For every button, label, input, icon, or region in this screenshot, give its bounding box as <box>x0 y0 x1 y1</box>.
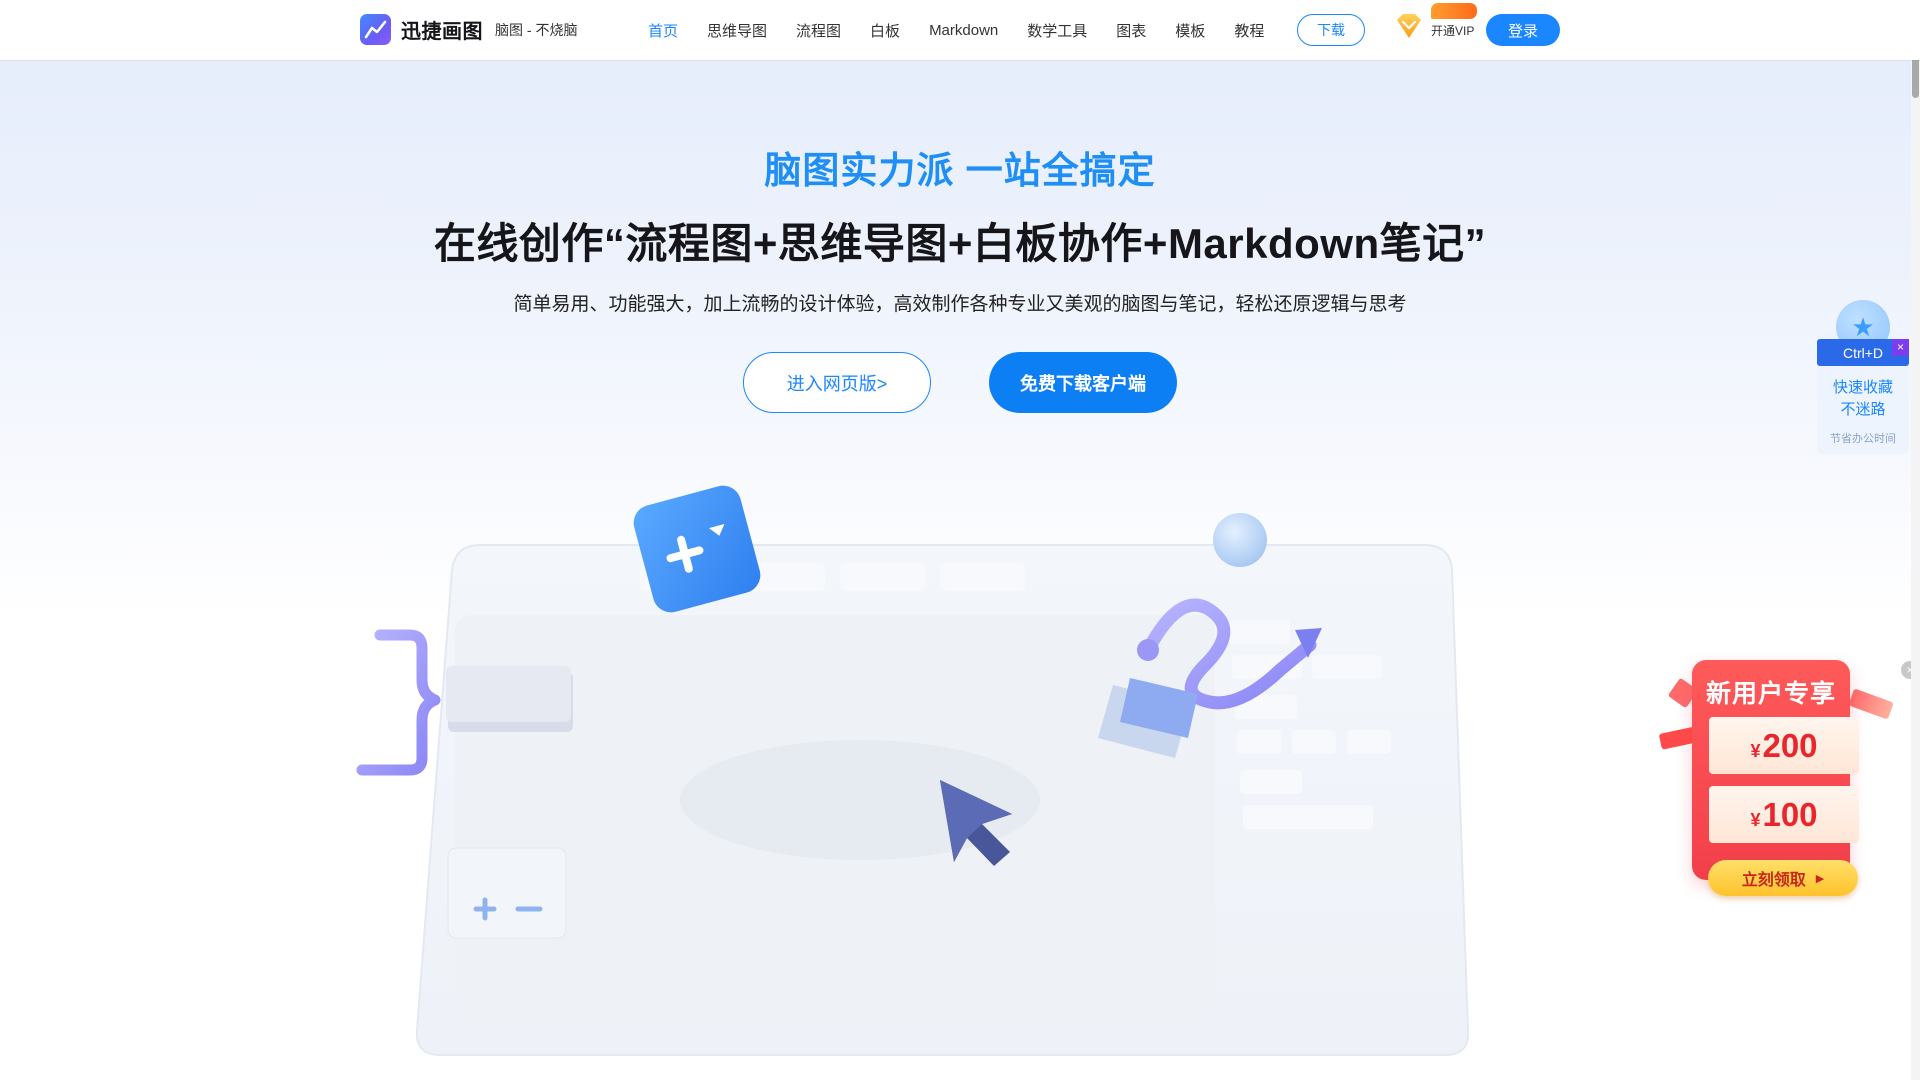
block-decoration <box>446 666 573 732</box>
brand-slogan: 脑图 - 不烧脑 <box>495 21 578 38</box>
hero-description: 简单易用、功能强大，加上流畅的设计体验，高效制作各种专业又美观的脑图与笔记，轻松… <box>513 294 1407 315</box>
bookmark-text-primary: 快速收藏 <box>1832 379 1893 396</box>
download-button[interactable]: 下载 <box>1297 14 1365 46</box>
nav-item-math-tools[interactable]: 数学工具 <box>1027 20 1087 41</box>
nav-item-whiteboard[interactable]: 白板 <box>870 20 900 41</box>
nav-item-flowchart[interactable]: 流程图 <box>796 20 841 41</box>
sphere-decoration <box>1213 513 1267 567</box>
brace-icon <box>356 629 441 776</box>
nav-item-charts[interactable]: 图表 <box>1116 20 1146 41</box>
bookmark-text-hint: 节省办公时间 <box>1830 433 1896 445</box>
arrow-right-icon: ▶ <box>1815 872 1825 885</box>
hero-tagline: 脑图实力派 一站全搞定 <box>764 150 1156 191</box>
brand-name: 迅捷画图 <box>401 21 483 43</box>
bookmark-widget[interactable]: ★ Ctrl+D × 快速收藏 不迷路 节省办公时间 <box>1817 300 1909 455</box>
top-header: 迅捷画图 脑图 - 不烧脑 首页 思维导图 流程图 白板 Markdown 数学… <box>0 0 1920 60</box>
page-scrollbar[interactable] <box>1911 0 1920 1080</box>
zoom-card <box>447 847 567 939</box>
new-user-promo: 新用户专享 ¥ 200 ¥ 100 立刻领取 ▶ × <box>1658 660 1920 905</box>
coupon-200: ¥ 200 <box>1709 717 1859 774</box>
vip-badge <box>1431 3 1477 19</box>
nav-item-markdown[interactable]: Markdown <box>929 22 998 39</box>
close-icon[interactable]: × <box>1892 339 1909 356</box>
vip-diamond-icon <box>1397 14 1421 38</box>
login-button[interactable]: 登录 <box>1486 14 1560 46</box>
coupon-amount: 200 <box>1762 727 1818 764</box>
nav-item-tutorials[interactable]: 教程 <box>1234 20 1264 41</box>
hero-title: 在线创作“流程图+思维导图+白板协作+Markdown笔记” <box>433 220 1487 267</box>
coupon-currency: ¥ <box>1750 810 1761 830</box>
bookmark-text-secondary: 不迷路 <box>1840 401 1886 418</box>
coupon-amount: 100 <box>1762 796 1818 833</box>
ribbon-decoration <box>1848 688 1894 720</box>
logo-chart-icon <box>360 14 391 45</box>
claim-now-button[interactable]: 立刻领取 ▶ <box>1708 860 1858 896</box>
enter-web-button[interactable]: 进入网页版> <box>743 352 931 413</box>
claim-now-label: 立刻领取 <box>1741 872 1806 889</box>
promo-title: 新用户专享 <box>1705 680 1836 708</box>
vip-label: 开通VIP <box>1431 23 1475 38</box>
whiteboard-tablet <box>415 544 1470 1056</box>
hero-illustration <box>356 485 1470 1056</box>
nav-item-home[interactable]: 首页 <box>648 20 678 41</box>
coupon-100: ¥ 100 <box>1709 786 1859 843</box>
main-nav: 首页 思维导图 流程图 白板 Markdown 数学工具 图表 模板 教程 <box>648 0 1293 60</box>
nav-item-templates[interactable]: 模板 <box>1175 20 1205 41</box>
coupon-currency: ¥ <box>1750 741 1761 761</box>
brand-logo[interactable]: 迅捷画图 脑图 - 不烧脑 <box>360 14 577 45</box>
download-client-button[interactable]: 免费下载客户端 <box>989 352 1177 413</box>
vip-link[interactable]: 开通VIP <box>1393 3 1477 40</box>
nav-item-mindmap[interactable]: 思维导图 <box>707 20 767 41</box>
